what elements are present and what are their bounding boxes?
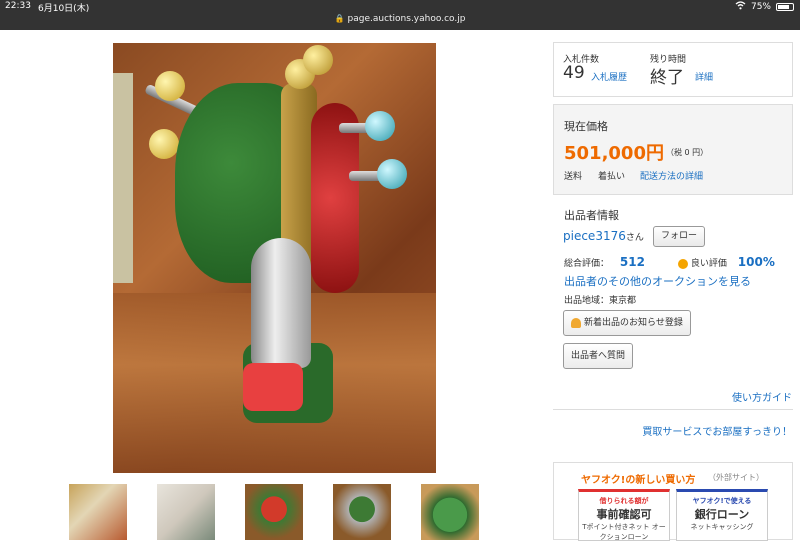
main-product-photo[interactable] xyxy=(113,43,436,473)
wifi-icon xyxy=(735,1,746,13)
robot-ball-blue xyxy=(365,111,395,141)
loan-card-1[interactable]: 借りられる額が 事前確認可 Tポイント付きネット オークションローン xyxy=(578,489,670,541)
sun-icon xyxy=(678,258,688,269)
thumbnail-2[interactable] xyxy=(157,484,215,540)
good-rating-label: 良い評価 xyxy=(690,259,727,269)
seller-section-title: 出品者情報 xyxy=(564,209,619,222)
total-rating-value[interactable]: 512 xyxy=(620,255,645,269)
loan-card-2[interactable]: ヤフオク!で使える 銀行ローン ネットキャッシング xyxy=(676,489,768,541)
price-tax: （税 0 円） xyxy=(666,148,709,157)
thumbnail-4[interactable] xyxy=(333,484,391,540)
shipping-label: 送料 xyxy=(564,172,583,182)
shipping-value: 着払い xyxy=(598,172,626,182)
robot-ball-blue xyxy=(377,159,407,189)
time-detail-link[interactable]: 詳細 xyxy=(695,70,713,83)
card1-title: 事前確認可 xyxy=(596,508,652,521)
lock-icon: 🔒 xyxy=(334,14,345,23)
new-way-external: （外部サイト） xyxy=(708,473,764,482)
seller-other-auctions-link[interactable]: 出品者のその他のオークションを見る xyxy=(564,273,751,289)
ask-seller-button[interactable]: 出品者へ質問 xyxy=(563,343,634,369)
buyback-service-link[interactable]: 買取サービスでお部屋すっきり！ xyxy=(642,423,792,438)
photo-box-edge xyxy=(113,73,133,283)
current-price: 501,000円 xyxy=(564,143,664,164)
battery-percent: 75% xyxy=(750,2,771,12)
robot-foot-red xyxy=(243,363,303,411)
new-way-title: ヤフオク!の新しい買い方 xyxy=(581,475,696,486)
robot-ball-yellow xyxy=(149,129,179,159)
card2-subtitle: ネットキャッシング xyxy=(690,523,754,531)
seller-name-row: piece3176さん xyxy=(563,229,644,243)
price-panel: 現在価格 501,000円 （税 0 円） 送料 着払い 配送方法の詳細 xyxy=(553,104,793,195)
status-date: 6月10日(木) xyxy=(38,4,90,14)
time-left-value: 終了 xyxy=(650,68,684,88)
good-rating-value[interactable]: 100% xyxy=(738,255,775,269)
new-way-panel: ヤフオク!の新しい買い方 （外部サイト） 借りられる額が 事前確認可 Tポイント… xyxy=(553,462,793,541)
status-right: 75% xyxy=(735,1,794,13)
url-text: page.auctions.yahoo.co.jp xyxy=(347,14,466,24)
how-to-guide-link[interactable]: 使い方ガイド xyxy=(732,389,792,404)
thumbnail-5[interactable] xyxy=(421,484,479,540)
bid-count: 49 xyxy=(563,63,585,83)
divider xyxy=(553,409,793,410)
card1-subtitle: Tポイント付きネット オークションローン xyxy=(582,523,666,541)
notify-button-label: 新着出品のお知らせ登録 xyxy=(584,318,683,328)
card1-caption: 借りられる額が xyxy=(599,497,649,505)
card2-title: 銀行ローン xyxy=(694,508,750,521)
shipping-detail-link[interactable]: 配送方法の詳細 xyxy=(640,169,703,182)
seller-name-link[interactable]: piece3176 xyxy=(563,229,626,243)
bid-info-panel: 入札件数 49 入札履歴 残り時間 終了 詳細 xyxy=(553,42,793,97)
follow-button[interactable]: フォロー xyxy=(653,226,705,247)
card2-caption: ヤフオク!で使える xyxy=(692,497,752,505)
url-bar[interactable]: 🔒 page.auctions.yahoo.co.jp xyxy=(0,14,800,30)
bell-icon xyxy=(571,317,581,328)
thumbnail-1[interactable] xyxy=(69,484,127,540)
new-listing-notify-button[interactable]: 新着出品のお知らせ登録 xyxy=(563,310,691,336)
status-bar: 22:33 6月10日(木) 75% xyxy=(0,0,800,14)
robot-ball-yellow xyxy=(155,71,185,101)
battery-icon xyxy=(776,3,794,11)
thumbnail-3[interactable] xyxy=(245,484,303,540)
total-rating-label: 総合評価： xyxy=(564,259,610,269)
status-time: 22:33 xyxy=(5,1,31,11)
total-rating: 総合評価： 512 xyxy=(564,255,645,269)
price-label: 現在価格 xyxy=(564,120,608,133)
bid-history-link[interactable]: 入札履歴 xyxy=(591,70,627,83)
seller-honorific: さん xyxy=(625,233,644,243)
seller-region: 出品地域：東京都 xyxy=(564,296,637,306)
robot-leg xyxy=(251,238,311,368)
good-rating: 良い評価 100% xyxy=(678,255,775,269)
robot-ball-top xyxy=(303,45,333,75)
